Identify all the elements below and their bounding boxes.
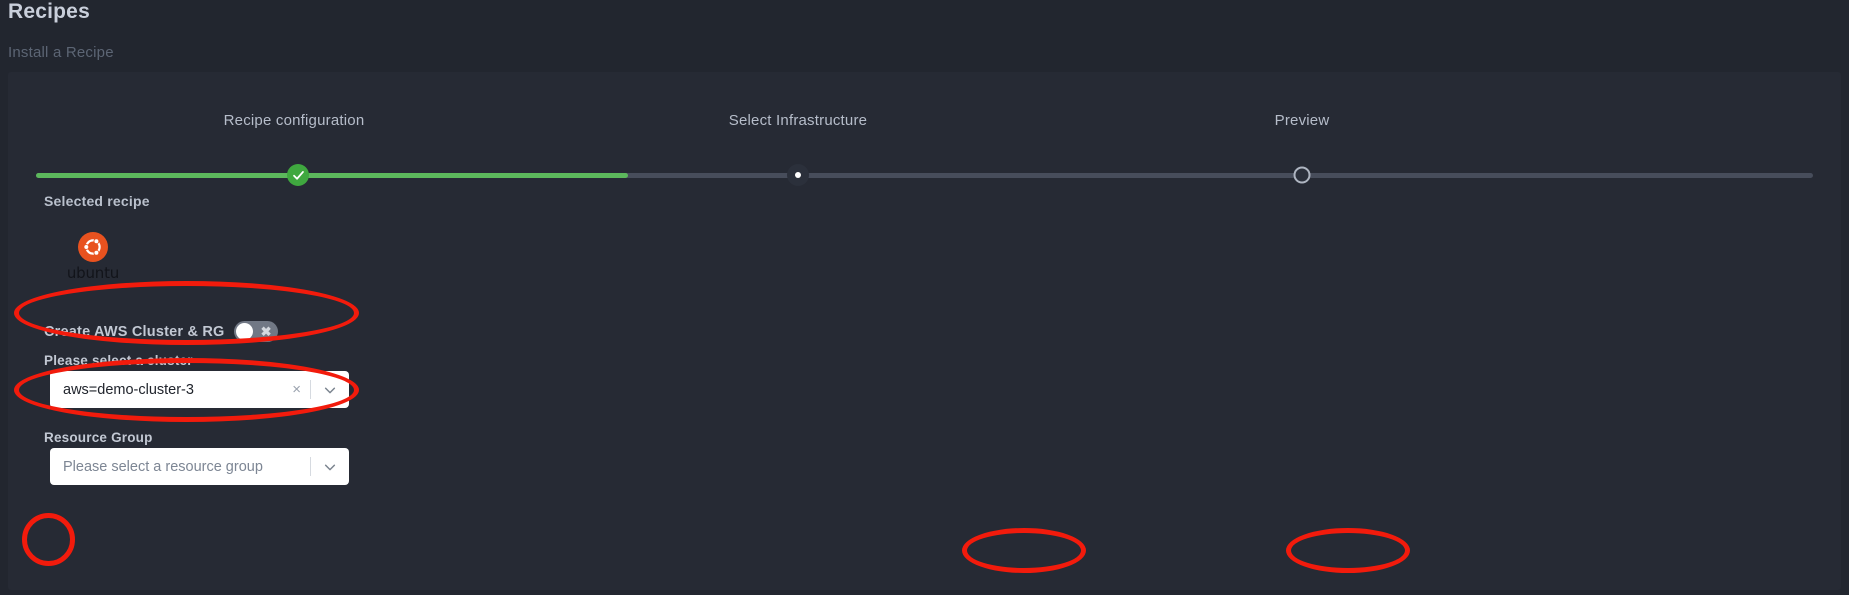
step-label-recipe-configuration: Recipe configuration: [223, 112, 365, 129]
clear-icon[interactable]: ×: [283, 382, 310, 397]
selected-recipe-label: Selected recipe: [44, 193, 150, 209]
chevron-down-icon[interactable]: [311, 460, 349, 474]
stepper-progress-fill: [36, 173, 628, 178]
check-icon: [287, 164, 309, 186]
step-label-preview: Preview: [1274, 112, 1330, 129]
recipe-tile-ubuntu[interactable]: ubuntu: [58, 232, 128, 282]
breadcrumb: Install a Recipe: [8, 44, 114, 61]
resource-group-select-value: Please select a resource group: [63, 458, 263, 475]
resource-group-field-label: Resource Group: [44, 430, 153, 445]
step-node-recipe-configuration[interactable]: [287, 164, 309, 186]
step-node-preview[interactable]: [1293, 166, 1311, 184]
page-title: Recipes: [8, 0, 90, 23]
cluster-field-label: Please select a cluster: [44, 353, 193, 368]
toggle-knob: [235, 323, 253, 340]
chevron-down-icon[interactable]: [311, 383, 349, 397]
cluster-select-value: aws=demo-cluster-3: [63, 381, 194, 398]
step-node-select-infrastructure[interactable]: [787, 164, 809, 186]
create-aws-cluster-label: Create AWS Cluster & RG: [44, 323, 225, 340]
create-aws-cluster-toggle[interactable]: ✖: [233, 321, 278, 342]
resource-group-select[interactable]: Please select a resource group: [50, 448, 349, 485]
cluster-select[interactable]: aws=demo-cluster-3 ×: [50, 371, 349, 408]
ubuntu-logo-icon: [78, 232, 108, 262]
recipe-name: ubuntu: [66, 264, 120, 282]
wizard-stepper: Recipe configuration Select Infrastructu…: [8, 72, 1841, 192]
circle-outline-icon: [1293, 166, 1311, 184]
app-root: Recipes Install a Recipe Recipe configur…: [0, 0, 1849, 595]
wizard-card: Recipe configuration Select Infrastructu…: [8, 72, 1841, 590]
close-icon: ✖: [260, 324, 272, 339]
step-label-select-infrastructure: Select Infrastructure: [728, 112, 868, 129]
dot-icon: [787, 164, 809, 186]
create-aws-cluster-toggle-row: Create AWS Cluster & RG ✖: [44, 321, 278, 342]
